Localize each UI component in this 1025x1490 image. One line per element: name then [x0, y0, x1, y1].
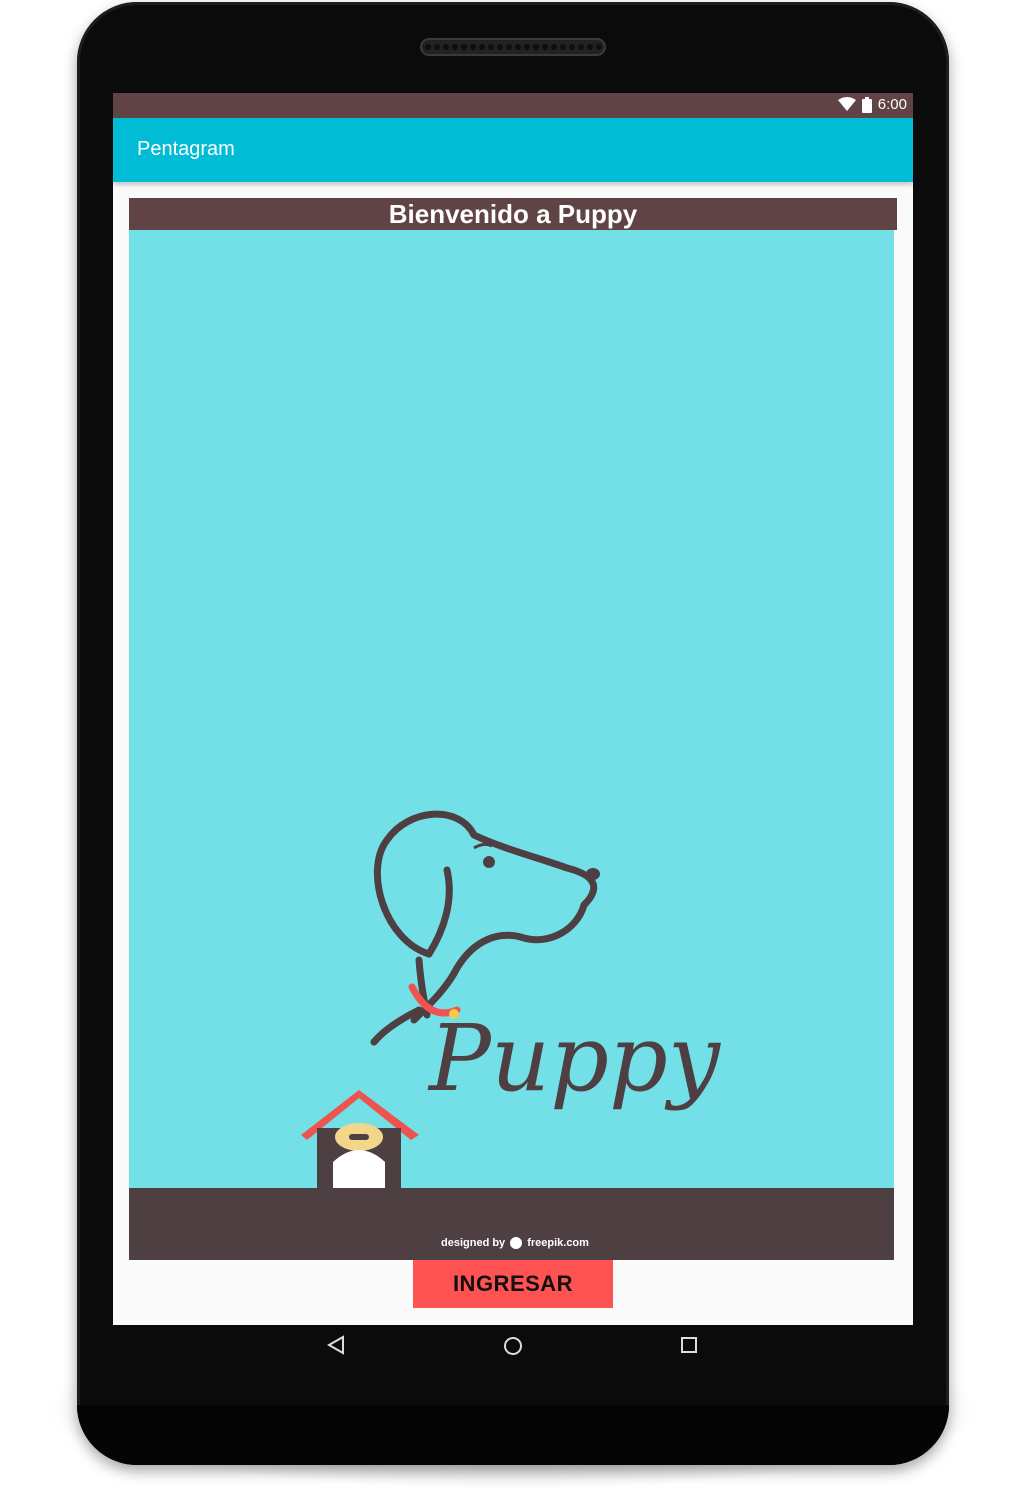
app-bar: Pentagram: [113, 118, 913, 182]
back-icon[interactable]: [326, 1335, 346, 1355]
puppy-logo-text: Puppy: [427, 1005, 721, 1112]
app-title: Pentagram: [137, 138, 235, 160]
home-icon[interactable]: [502, 1335, 524, 1357]
welcome-banner: Bienvenido a Puppy: [129, 198, 897, 230]
credit-prefix: designed by: [441, 1237, 506, 1249]
ingresar-button[interactable]: INGRESAR: [413, 1260, 613, 1308]
status-time: 6:00: [877, 96, 907, 113]
freepik-logo-icon: [510, 1237, 523, 1249]
wifi-icon: [837, 97, 856, 111]
puppy-logo: Puppy: [301, 810, 721, 1232]
speaker-grille: [420, 38, 606, 56]
recents-icon[interactable]: [679, 1335, 699, 1355]
puppy-illustration: Puppy designed by freepik.com: [129, 230, 894, 1260]
tablet-bottom-bezel: [77, 1405, 949, 1465]
dog-house-illustration: [301, 1090, 419, 1188]
device-screen: 6:00 Pentagram Bienvenido a Puppy Puppy: [113, 93, 913, 1325]
freepik-credit: designed by freepik.com: [441, 1236, 589, 1250]
credit-site: freepik.com: [527, 1237, 589, 1249]
battery-icon: [861, 96, 872, 113]
status-bar: 6:00: [113, 93, 913, 118]
